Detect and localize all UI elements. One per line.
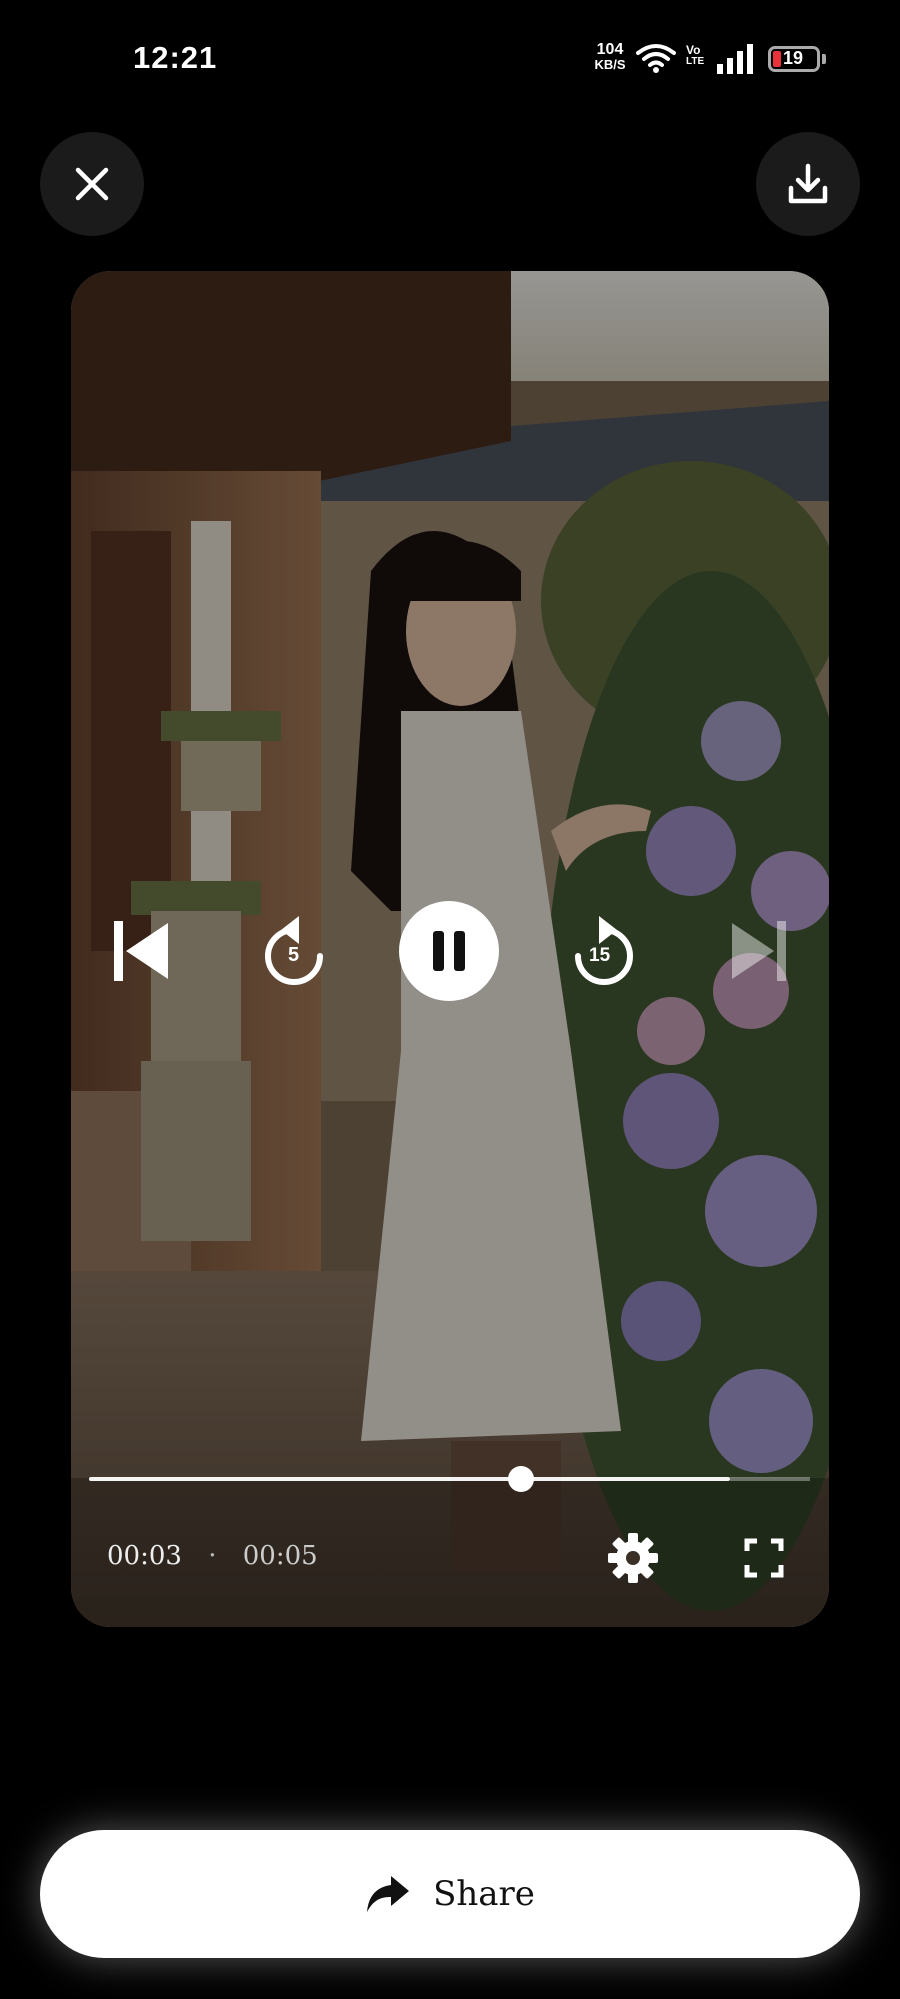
skip-previous-button[interactable] [105,911,175,991]
skip-previous-icon [114,921,168,981]
close-icon [75,167,109,201]
skip-next-button[interactable] [725,911,795,991]
rewind-button[interactable]: 5 [254,907,334,997]
current-time: 00:03 [107,1541,182,1571]
network-speed: 104 KB/S [590,41,630,73]
fast-forward-button[interactable]: 15 [564,907,644,997]
battery-icon: 19 [768,46,820,72]
progress-thumb[interactable] [508,1466,534,1492]
pause-icon [433,931,465,971]
status-clock: 12:21 [133,40,218,75]
volte-indicator: Vo LTE [686,43,705,67]
progress-remaining[interactable] [730,1477,810,1481]
time-display: 00:03 · 00:05 [107,1541,318,1571]
wifi-icon [636,44,676,73]
pause-button[interactable] [399,901,499,1001]
status-bar: 12:21 104 KB/S Vo LTE 19 [0,0,900,120]
fullscreen-icon [744,1538,784,1578]
battery-fill [773,51,781,67]
battery-tip [822,54,826,64]
download-button[interactable] [756,132,860,236]
signal-bars-icon [717,44,753,74]
share-arrow-icon [367,1876,410,1912]
forward-seconds: 15 [589,945,611,966]
settings-button[interactable] [604,1529,662,1587]
total-duration: 00:05 [242,1541,318,1571]
close-button[interactable] [40,132,144,236]
network-speed-value: 104 [596,41,624,58]
rewind-seconds: 5 [288,944,300,966]
share-label: Share [433,1874,535,1914]
skip-next-icon [732,921,786,981]
download-icon [788,163,828,204]
progress-played[interactable] [89,1477,730,1481]
battery-level: 19 [783,48,804,68]
time-separator: · [208,1541,217,1571]
gear-icon [608,1533,658,1583]
network-speed-unit: KB/S [594,57,626,72]
video-player[interactable]: 5 15 00:03 · 00:05 [71,271,829,1627]
share-button[interactable]: Share [40,1830,860,1958]
fullscreen-button[interactable] [739,1533,789,1583]
